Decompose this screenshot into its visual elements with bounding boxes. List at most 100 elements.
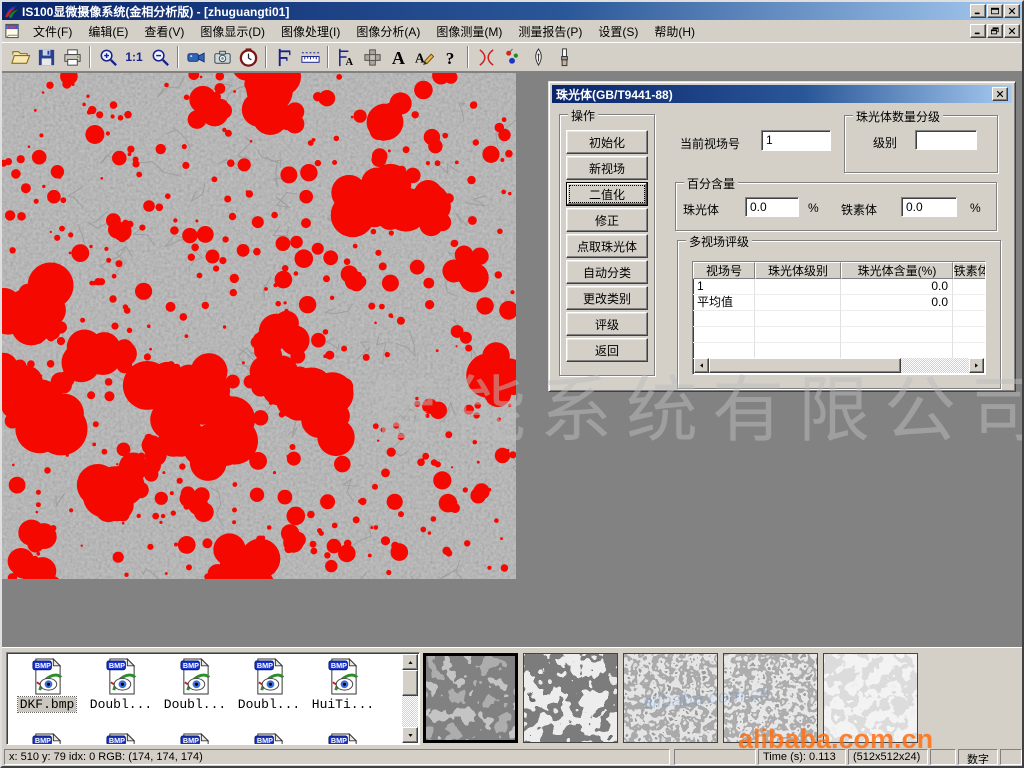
camera-tool-button[interactable] [209,45,235,70]
open-folder-tool-button[interactable] [7,45,33,70]
op-button-4[interactable]: 点取珠光体 [566,234,648,258]
ruler-tool-button[interactable] [297,45,323,70]
hscroll-thumb[interactable] [709,358,901,373]
thumbnail-3[interactable] [723,653,818,743]
text-tool-button[interactable]: A [385,45,411,70]
measure-text-tool-button[interactable]: A [333,45,359,70]
video-camera-tool-button[interactable] [183,45,209,70]
bmp-file-icon: BMP [105,732,138,745]
dialog-title-bar[interactable]: 珠光体(GB/T9441-88) [552,85,1012,103]
table-hscrollbar[interactable] [694,358,984,373]
op-button-8[interactable]: 返回 [566,338,648,362]
menu-item-2[interactable]: 查看(V) [136,20,192,43]
thumbnail-0[interactable] [423,653,518,743]
menu-item-8[interactable]: 设置(S) [590,20,646,43]
thumbnail-2[interactable] [623,653,718,743]
menu-item-6[interactable]: 图像测量(M) [428,20,510,43]
vscroll-thumb[interactable] [402,670,418,696]
current-view-input[interactable]: 1 [761,130,831,151]
file-name[interactable]: HuiTi... [310,697,376,712]
child-restore-button[interactable] [987,24,1003,38]
file-item[interactable]: BMPDoubl... [232,657,306,712]
table-header-cell[interactable]: 铁素体含量(%) [953,262,986,279]
pen-tool-button[interactable] [525,45,551,70]
scroll-left-button[interactable] [694,358,709,373]
table-cell [953,311,986,327]
annotate-icon: A [414,47,435,68]
thumbnail-1[interactable] [523,653,618,743]
title-bar[interactable]: IS100显微摄像系统(金相分析版) - [zhuguangti01] [2,2,1022,20]
document-icon[interactable]: DOC [4,23,25,39]
zoom-in-tool-button[interactable] [95,45,121,70]
zoom-out-icon [150,47,171,68]
menu-item-5[interactable]: 图像分析(A) [348,20,428,43]
file-name[interactable]: Doubl... [236,697,302,712]
file-scrollbar[interactable] [402,654,418,743]
curve-tool-tool-button[interactable] [473,45,499,70]
file-item[interactable]: BMP [10,732,84,745]
table-cell [755,295,841,311]
grade-input[interactable] [915,130,977,150]
file-item[interactable]: BMP [84,732,158,745]
menu-item-3[interactable]: 图像显示(D) [192,20,273,43]
scroll-up-button[interactable] [402,654,418,670]
table-row[interactable] [693,327,985,343]
menu-item-7[interactable]: 测量报告(P) [510,20,590,43]
annotate-tool-button[interactable]: A [411,45,437,70]
file-item[interactable]: BMP [306,732,380,745]
file-item[interactable]: BMPDoubl... [84,657,158,712]
file-item[interactable]: BMP [232,732,306,745]
table-row[interactable]: 10.0 [693,279,985,295]
save-tool-button[interactable] [33,45,59,70]
minimize-button[interactable] [970,4,986,18]
print-tool-button[interactable] [59,45,85,70]
thumbnail-4[interactable] [823,653,918,743]
file-item[interactable]: BMP [158,732,232,745]
op-button-0[interactable]: 初始化 [566,130,648,154]
actual-size-tool-button[interactable]: 1:1 [121,45,147,70]
child-minimize-button[interactable] [970,24,986,38]
close-button[interactable] [1004,4,1020,18]
table-header-cell[interactable]: 珠光体含量(%) [841,262,953,279]
maximize-button[interactable] [987,4,1003,18]
op-button-2[interactable]: 二值化 [566,182,648,206]
menu-item-0[interactable]: 文件(F) [25,20,80,43]
menu-item-1[interactable]: 编辑(E) [80,20,136,43]
scroll-right-button[interactable] [969,358,984,373]
file-browser[interactable]: BMPDKF.bmpBMPDoubl...BMPDoubl...BMPDoubl… [6,652,420,745]
table-header-cell[interactable]: 视场号 [693,262,755,279]
op-button-3[interactable]: 修正 [566,208,648,232]
zoom-out-tool-button[interactable] [147,45,173,70]
op-button-1[interactable]: 新视场 [566,156,648,180]
file-name[interactable]: Doubl... [162,697,228,712]
file-name[interactable]: Doubl... [88,697,154,712]
clock-tool-button[interactable] [235,45,261,70]
micrograph-image[interactable] [2,73,516,579]
child-close-button[interactable] [1004,24,1020,38]
count-points-tool-button[interactable] [499,45,525,70]
rating-table[interactable]: 视场号珠光体级别珠光体含量(%)铁素体含量(%) 10.0平均值0.0 [692,261,986,375]
op-button-7[interactable]: 评级 [566,312,648,336]
brush-icon [554,47,575,68]
table-row[interactable] [693,343,985,359]
grid-tool-button[interactable] [359,45,385,70]
clock-icon [238,47,259,68]
op-button-5[interactable]: 自动分类 [566,260,648,284]
menu-item-4[interactable]: 图像处理(I) [273,20,348,43]
file-item[interactable]: BMPHuiTi... [306,657,380,712]
menu-item-9[interactable]: 帮助(H) [646,20,703,43]
dialog-close-button[interactable] [992,87,1008,101]
file-item[interactable]: BMPDKF.bmp [10,657,84,712]
caliper-tool-button[interactable] [271,45,297,70]
op-button-6[interactable]: 更改类别 [566,286,648,310]
brush-tool-button[interactable] [551,45,577,70]
table-row[interactable]: 平均值0.0 [693,295,985,311]
help-tool-button[interactable]: ? [437,45,463,70]
file-item[interactable]: BMPDoubl... [158,657,232,712]
table-header-cell[interactable]: 珠光体级别 [755,262,841,279]
file-name[interactable]: DKF.bmp [18,697,77,712]
table-row[interactable] [693,311,985,327]
ferrite-input[interactable]: 0.0 [901,197,957,217]
pearlite-input[interactable]: 0.0 [745,197,799,217]
scroll-down-button[interactable] [402,727,418,743]
